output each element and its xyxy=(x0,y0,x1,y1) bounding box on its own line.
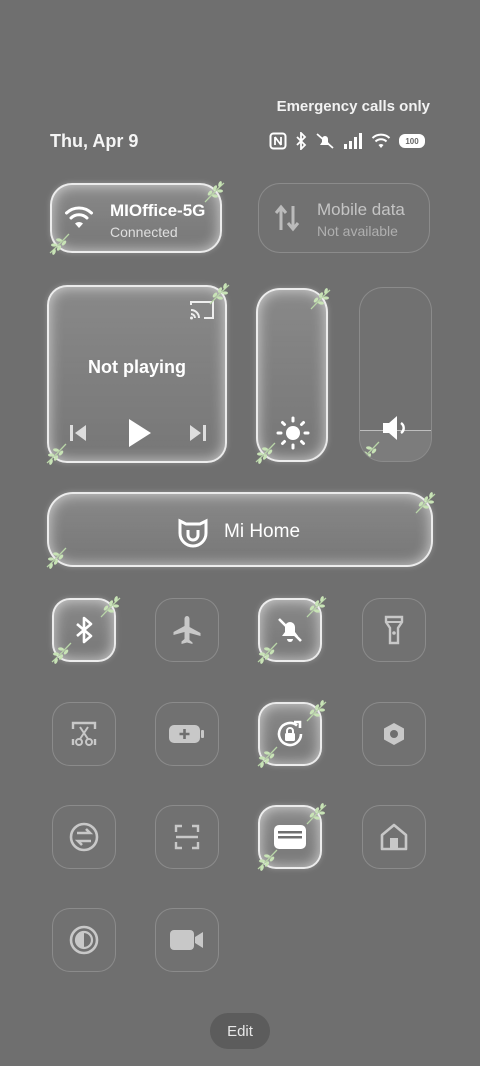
home-toggle[interactable] xyxy=(362,805,426,869)
volume-slider[interactable] xyxy=(359,287,432,462)
battery-saver-icon xyxy=(169,725,204,743)
leaf-decoration xyxy=(415,490,436,514)
leaf-decoration xyxy=(100,594,121,618)
mute-icon xyxy=(278,618,302,642)
mobile-data-title: Mobile data xyxy=(317,200,405,219)
bluetooth-icon xyxy=(296,132,307,150)
settings-toggle[interactable] xyxy=(362,702,426,766)
previous-icon[interactable] xyxy=(67,422,89,444)
emergency-status: Emergency calls only xyxy=(276,98,430,115)
home-icon xyxy=(380,823,408,851)
dark-mode-toggle[interactable] xyxy=(52,908,116,972)
nfc-icon xyxy=(269,132,287,150)
mute-icon xyxy=(316,133,334,149)
brightness-icon xyxy=(276,416,310,450)
next-icon[interactable] xyxy=(187,422,209,444)
play-icon[interactable] xyxy=(125,417,153,449)
mobile-data-status: Not available xyxy=(317,223,398,239)
dark-mode-icon xyxy=(69,925,99,955)
battery-icon: 100 xyxy=(399,134,425,148)
wifi-status: Connected xyxy=(110,224,178,240)
date-label: Thu, Apr 9 xyxy=(50,131,139,151)
media-player-tile[interactable]: Not playing xyxy=(46,281,230,467)
airplane-mode-toggle[interactable] xyxy=(155,598,219,662)
data-saver-toggle[interactable] xyxy=(52,805,116,869)
media-status: Not playing xyxy=(88,357,186,377)
leaf-decoration xyxy=(306,594,327,618)
wifi-name: MIOffice-5G xyxy=(110,201,206,220)
wifi-icon xyxy=(371,133,391,148)
leaf-decoration xyxy=(204,179,225,203)
screenshot-toggle[interactable] xyxy=(52,702,116,766)
mute-toggle[interactable] xyxy=(257,594,327,666)
screen-recorder-toggle[interactable] xyxy=(155,908,219,972)
leaf-decoration xyxy=(51,642,72,666)
status-icons: 100 xyxy=(269,130,429,152)
leaf-decoration xyxy=(306,698,327,722)
wallet-toggle[interactable] xyxy=(257,801,327,873)
brightness-slider[interactable] xyxy=(255,286,331,466)
mi-home-tile[interactable]: Mi Home xyxy=(46,490,436,571)
scanner-icon xyxy=(174,824,200,850)
volume-icon xyxy=(383,416,405,440)
mi-home-label: Mi Home xyxy=(224,521,301,542)
mobile-data-icon xyxy=(274,204,300,232)
airplane-icon xyxy=(173,616,201,644)
mobile-data-tile[interactable]: Mobile data Not available xyxy=(258,183,430,253)
scanner-toggle[interactable] xyxy=(155,805,219,869)
rotation-lock-toggle[interactable] xyxy=(257,698,327,770)
flashlight-icon xyxy=(384,615,404,645)
wallet-icon xyxy=(274,825,306,849)
data-saver-icon xyxy=(69,822,99,852)
wifi-tile[interactable]: MIOffice-5G Connected xyxy=(49,179,225,257)
leaf-decoration xyxy=(310,286,331,310)
signal-icon xyxy=(344,133,362,149)
mi-home-icon xyxy=(178,518,208,548)
wifi-icon xyxy=(65,206,93,228)
flashlight-toggle[interactable] xyxy=(362,598,426,662)
leaf-decoration xyxy=(46,443,67,467)
battery-saver-toggle[interactable] xyxy=(155,702,219,766)
bluetooth-toggle[interactable] xyxy=(51,594,121,666)
rotation-lock-icon xyxy=(277,720,303,747)
cast-icon[interactable] xyxy=(189,299,215,321)
bluetooth-icon xyxy=(76,616,93,644)
edit-button[interactable]: Edit xyxy=(210,1013,270,1049)
screenshot-icon xyxy=(71,721,97,746)
leaf-decoration xyxy=(49,233,70,257)
video-camera-icon xyxy=(170,930,203,950)
leaf-decoration xyxy=(46,547,67,571)
gear-icon xyxy=(384,723,404,745)
